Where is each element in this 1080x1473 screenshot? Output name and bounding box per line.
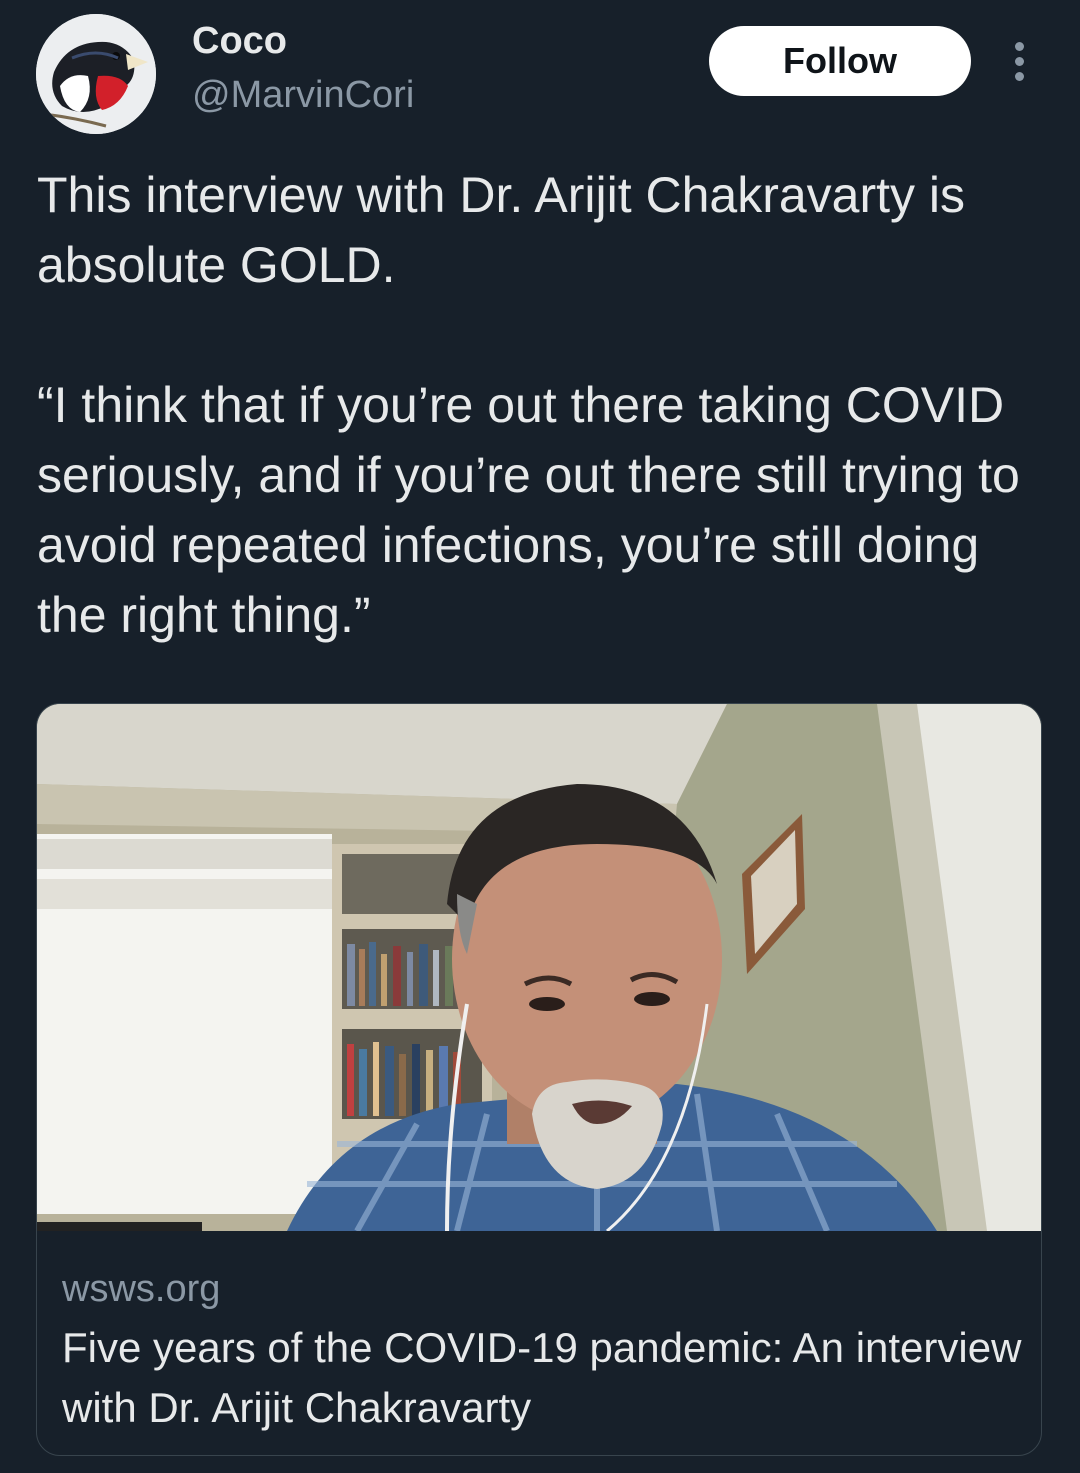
author-handle[interactable]: @MarvinCori: [192, 72, 414, 118]
card-title: Five years of the COVID-19 pandemic: An …: [62, 1324, 1022, 1431]
card-domain: wsws.org: [62, 1268, 221, 1310]
card-image: [37, 704, 1041, 1231]
avatar[interactable]: [36, 14, 156, 134]
follow-button[interactable]: Follow: [709, 26, 971, 96]
author-display-name[interactable]: Coco: [192, 18, 287, 64]
more-vertical-icon[interactable]: [1004, 40, 1034, 84]
link-card[interactable]: wsws.org Five years of the COVID-19 pand…: [36, 703, 1042, 1456]
tweet-text: This interview with Dr. Arijit Chakravar…: [37, 167, 1020, 643]
avatar-bird-image: [36, 14, 156, 134]
